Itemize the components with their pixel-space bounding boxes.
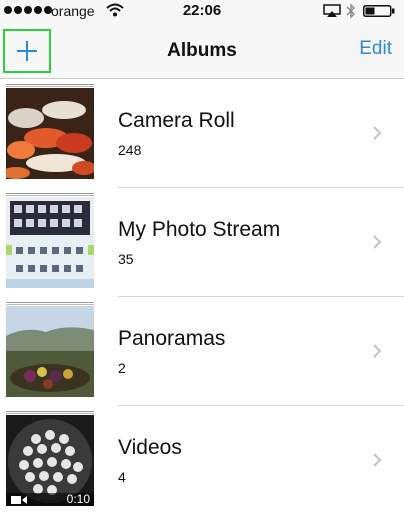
album-row-panoramas[interactable]: Panoramas 2	[0, 297, 404, 406]
navigation-bar: Albums Edit	[0, 22, 404, 79]
chevron-right-icon	[373, 453, 382, 467]
album-count: 248	[118, 142, 142, 158]
video-camera-icon	[11, 496, 27, 504]
album-row-camera-roll[interactable]: Camera Roll 248	[0, 79, 404, 188]
page-title: Albums	[167, 40, 237, 61]
album-row-my-photo-stream[interactable]: My Photo Stream 35	[0, 188, 404, 297]
sushi-photo-thumbnail	[6, 88, 94, 179]
album-thumbnail	[6, 193, 94, 288]
album-title: My Photo Stream	[118, 218, 281, 241]
video-duration: 0:10	[66, 492, 90, 506]
airplay-icon	[323, 4, 341, 17]
status-bar: orange 22:06	[0, 0, 404, 22]
bluetooth-icon	[346, 3, 355, 19]
album-title: Videos	[118, 436, 182, 459]
status-time: 22:06	[182, 2, 222, 19]
album-count: 2	[118, 360, 126, 376]
album-row-videos[interactable]: 0:10 Videos 4	[0, 406, 404, 515]
chevron-right-icon	[373, 126, 382, 140]
chevron-right-icon	[373, 235, 382, 249]
album-thumbnail	[6, 84, 94, 179]
battery-icon	[363, 5, 395, 17]
album-title: Panoramas	[118, 327, 226, 350]
landscape-photo-thumbnail	[6, 306, 94, 397]
album-thumbnail: 0:10	[6, 411, 94, 506]
screenshot-photo-thumbnail	[6, 197, 94, 288]
album-title: Camera Roll	[118, 109, 235, 132]
edit-button[interactable]: Edit	[359, 38, 392, 60]
album-thumbnail	[6, 302, 94, 397]
album-count: 4	[118, 469, 126, 485]
album-count: 35	[118, 251, 134, 267]
chevron-right-icon	[373, 344, 382, 358]
